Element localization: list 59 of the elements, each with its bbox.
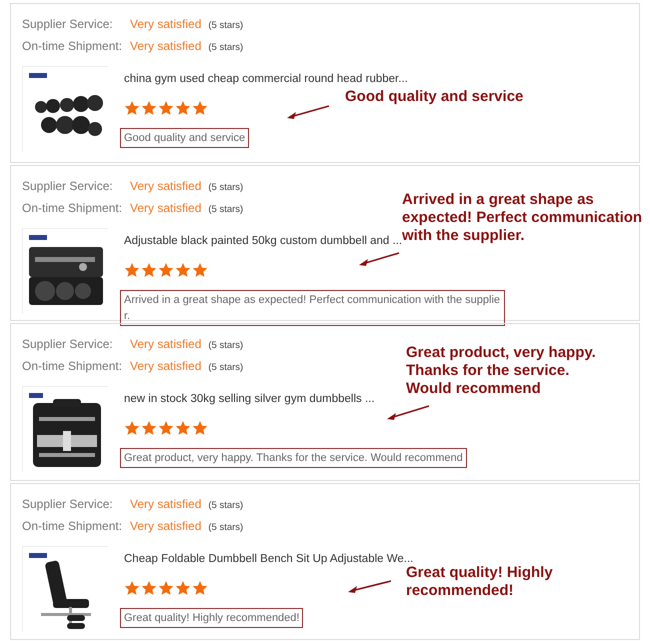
annotation-text: Great product, very happy. Thanks for the service. Would recommend (406, 344, 596, 398)
annotation-text: Great quality! Highly recommended! (406, 564, 553, 600)
annotation-arrow (348, 580, 392, 593)
rating-value: Very satisfied (130, 496, 202, 513)
rating-value: Very satisfied (130, 358, 202, 375)
rating-value: Very satisfied (130, 336, 202, 353)
star-icon (141, 262, 157, 278)
star-icon (175, 100, 191, 116)
star-icon (124, 262, 140, 278)
star-icon (141, 420, 157, 436)
star-icon (158, 100, 174, 116)
star-icon (158, 420, 174, 436)
star-icon (192, 262, 208, 278)
star-count: (5 stars) (208, 41, 244, 55)
star-count: (5 stars) (208, 361, 244, 375)
rating-value: Very satisfied (130, 200, 202, 217)
annotation-arrow (287, 105, 330, 119)
annotation-text: Good quality and service (345, 88, 524, 106)
star-count: (5 stars) (208, 521, 244, 535)
rating-label: On-time Shipment: (22, 358, 124, 375)
product-title[interactable]: Adjustable black painted 50kg custom dumbbell and ... (124, 233, 402, 250)
star-count: (5 stars) (208, 181, 244, 195)
review-comment: Arrived in a great shape as expected! Perfect communication with the supplier. (120, 290, 505, 326)
star-icon (192, 100, 208, 116)
star-count: (5 stars) (208, 19, 244, 33)
rating-value: Very satisfied (130, 38, 202, 55)
star-count: (5 stars) (208, 339, 244, 353)
rating-label: On-time Shipment: (22, 38, 124, 55)
rating-label: On-time Shipment: (22, 200, 124, 217)
star-icon (158, 262, 174, 278)
rating-value: Very satisfied (130, 518, 202, 535)
rating-label: Supplier Service: (22, 16, 114, 33)
star-icon (158, 580, 174, 596)
star-count: (5 stars) (208, 499, 244, 513)
product-title[interactable]: new in stock 30kg selling silver gym dumbbells ... (124, 391, 375, 408)
star-icon (141, 100, 157, 116)
rating-label: Supplier Service: (22, 336, 114, 353)
star-icon (124, 580, 140, 596)
review-comment: Good quality and service (120, 128, 250, 148)
review-comment: Great quality! Highly recommended! (120, 608, 304, 628)
star-icon (175, 580, 191, 596)
star-icon (175, 262, 191, 278)
annotation-text: Arrived in a great shape as expected! Perfect communication with the supplier. (402, 191, 642, 245)
rating-label: On-time Shipment: (22, 518, 124, 535)
star-count: (5 stars) (208, 203, 244, 217)
rating-value: Very satisfied (130, 178, 202, 195)
star-icon (192, 580, 208, 596)
star-icon (141, 580, 157, 596)
product-title[interactable]: china gym used cheap commercial round head rubber... (124, 71, 408, 88)
rating-value: Very satisfied (130, 16, 202, 33)
star-icon (175, 420, 191, 436)
annotation-arrow (359, 252, 400, 266)
annotation-arrow (387, 405, 430, 420)
review-comment: Great product, very happy. Thanks for the service. Would recommend (120, 448, 467, 468)
star-icon (124, 420, 140, 436)
rating-label: Supplier Service: (22, 178, 114, 195)
rating-label: Supplier Service: (22, 496, 114, 513)
star-icon (124, 100, 140, 116)
star-icon (192, 420, 208, 436)
